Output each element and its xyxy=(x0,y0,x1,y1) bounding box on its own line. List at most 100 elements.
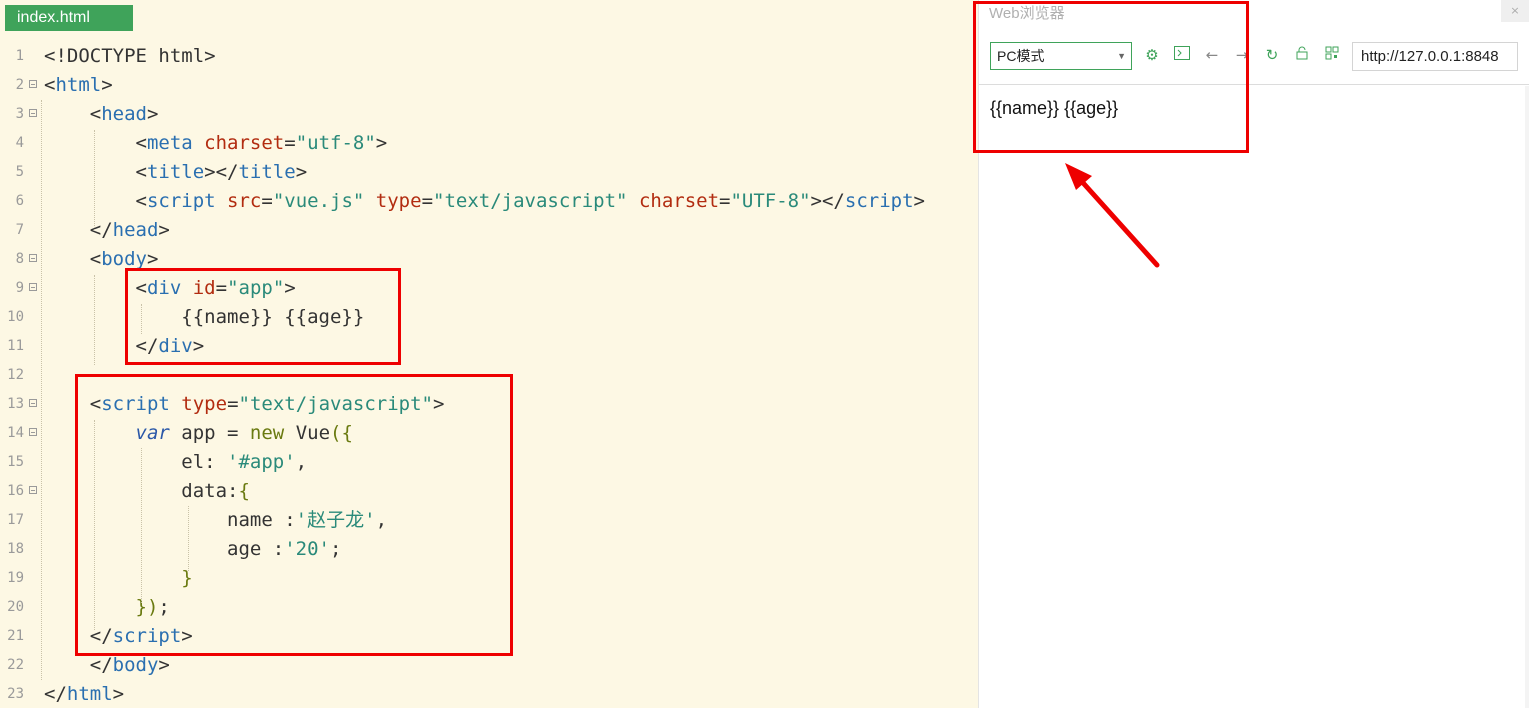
code-token: > xyxy=(158,654,170,676)
code-line[interactable]: 1 <!DOCTYPE html> xyxy=(0,42,978,71)
line-number: 22 xyxy=(7,657,24,673)
code-token: type xyxy=(375,190,422,212)
code-token: body xyxy=(101,248,147,270)
code-token: head xyxy=(112,219,159,241)
annotation-box-div xyxy=(125,268,401,365)
fold-toggle-icon[interactable] xyxy=(29,428,37,436)
code-line[interactable]: 4 <meta charset="utf-8"> xyxy=(0,129,978,158)
code-line[interactable]: 2 <html> xyxy=(0,71,978,100)
code-token: "utf-8" xyxy=(295,132,376,154)
code-token: > xyxy=(295,161,308,183)
code-text: <head> xyxy=(44,100,159,129)
line-number: 6 xyxy=(15,193,24,209)
code-token: < xyxy=(44,103,102,125)
code-token: </ xyxy=(44,683,67,705)
file-tab[interactable]: index.html xyxy=(5,5,133,31)
refresh-icon[interactable]: ↻ xyxy=(1261,44,1283,66)
fold-toggle-icon[interactable] xyxy=(29,399,37,407)
code-token: < xyxy=(44,74,56,96)
line-number: 9 xyxy=(15,280,24,296)
code-text: </head> xyxy=(44,216,170,245)
qrcode-icon[interactable] xyxy=(1321,44,1343,66)
fold-toggle-icon[interactable] xyxy=(29,486,37,494)
line-number: 5 xyxy=(15,164,24,180)
line-number: 21 xyxy=(7,628,24,644)
scrollbar[interactable] xyxy=(1525,86,1529,708)
fold-toggle-icon[interactable] xyxy=(29,254,37,262)
line-number: 13 xyxy=(7,396,24,412)
code-text: </html> xyxy=(44,680,124,708)
code-token: script xyxy=(146,190,216,212)
line-number: 10 xyxy=(7,309,24,325)
fold-toggle-icon[interactable] xyxy=(29,283,37,291)
code-token: title xyxy=(238,161,296,183)
code-text: <!DOCTYPE html> xyxy=(44,42,216,71)
code-token: "text/javascript" xyxy=(433,190,628,212)
url-input[interactable]: http://127.0.0.1:8848 xyxy=(1352,42,1518,71)
code-token: > xyxy=(101,74,113,96)
code-token: <!DOCTYPE html> xyxy=(44,45,216,67)
fold-toggle-icon[interactable] xyxy=(29,80,37,88)
code-line[interactable]: 6 <script src="vue.js" type="text/javasc… xyxy=(0,187,978,216)
line-number: 2 xyxy=(15,77,24,93)
annotation-box-browser xyxy=(973,1,1249,153)
code-token: meta xyxy=(146,132,193,154)
code-token: > xyxy=(913,190,925,212)
code-line[interactable]: 5 <title></title> xyxy=(0,158,978,187)
code-token: = xyxy=(421,190,434,212)
code-token: < xyxy=(44,248,102,270)
line-number: 15 xyxy=(7,454,24,470)
code-line[interactable]: 7 </head> xyxy=(0,216,978,245)
line-number: 12 xyxy=(7,367,24,383)
code-token: charset xyxy=(638,190,720,212)
line-number: 14 xyxy=(7,425,24,441)
code-token: "UTF-8" xyxy=(730,190,811,212)
code-token: html xyxy=(55,74,102,96)
code-token: > xyxy=(158,219,170,241)
code-token: < xyxy=(44,190,147,212)
code-token: head xyxy=(101,103,147,125)
line-number: 23 xyxy=(7,686,24,702)
code-text: <script src="vue.js" type="text/javascri… xyxy=(44,187,925,216)
code-token: > xyxy=(146,103,159,125)
code-line[interactable]: 23 </html> xyxy=(0,680,978,708)
code-token: "vue.js" xyxy=(272,190,365,212)
code-token: title xyxy=(146,161,205,183)
code-token: body xyxy=(112,654,159,676)
code-token: = xyxy=(284,132,296,154)
line-number: 18 xyxy=(7,541,24,557)
line-number: 20 xyxy=(7,599,24,615)
code-token: ></ xyxy=(810,190,845,212)
code-line[interactable]: 3 <head> xyxy=(0,100,978,129)
code-token: > xyxy=(375,132,388,154)
code-text: <title></title> xyxy=(44,158,308,187)
line-number: 11 xyxy=(7,338,24,354)
code-token: ></ xyxy=(204,161,239,183)
indent-guide xyxy=(41,100,42,680)
code-token: > xyxy=(146,248,159,270)
indent-guide xyxy=(94,275,95,365)
lock-icon[interactable] xyxy=(1291,44,1313,66)
code-token: </ xyxy=(44,219,113,241)
code-token: < xyxy=(44,161,147,183)
code-token: html xyxy=(66,683,113,705)
line-number: 8 xyxy=(15,251,24,267)
line-number: 17 xyxy=(7,512,24,528)
line-number: 7 xyxy=(15,222,24,238)
code-token: < xyxy=(44,132,147,154)
line-number: 4 xyxy=(15,135,24,151)
code-token: = xyxy=(719,190,731,212)
line-number: 3 xyxy=(15,106,24,122)
fold-toggle-icon[interactable] xyxy=(29,109,37,117)
code-token: = xyxy=(261,190,273,212)
annotation-box-script xyxy=(75,374,513,656)
line-number: 19 xyxy=(7,570,24,586)
code-text: <html> xyxy=(44,71,113,100)
close-icon[interactable]: × xyxy=(1501,0,1529,22)
indent-guide xyxy=(94,130,95,230)
code-token: </ xyxy=(44,654,113,676)
